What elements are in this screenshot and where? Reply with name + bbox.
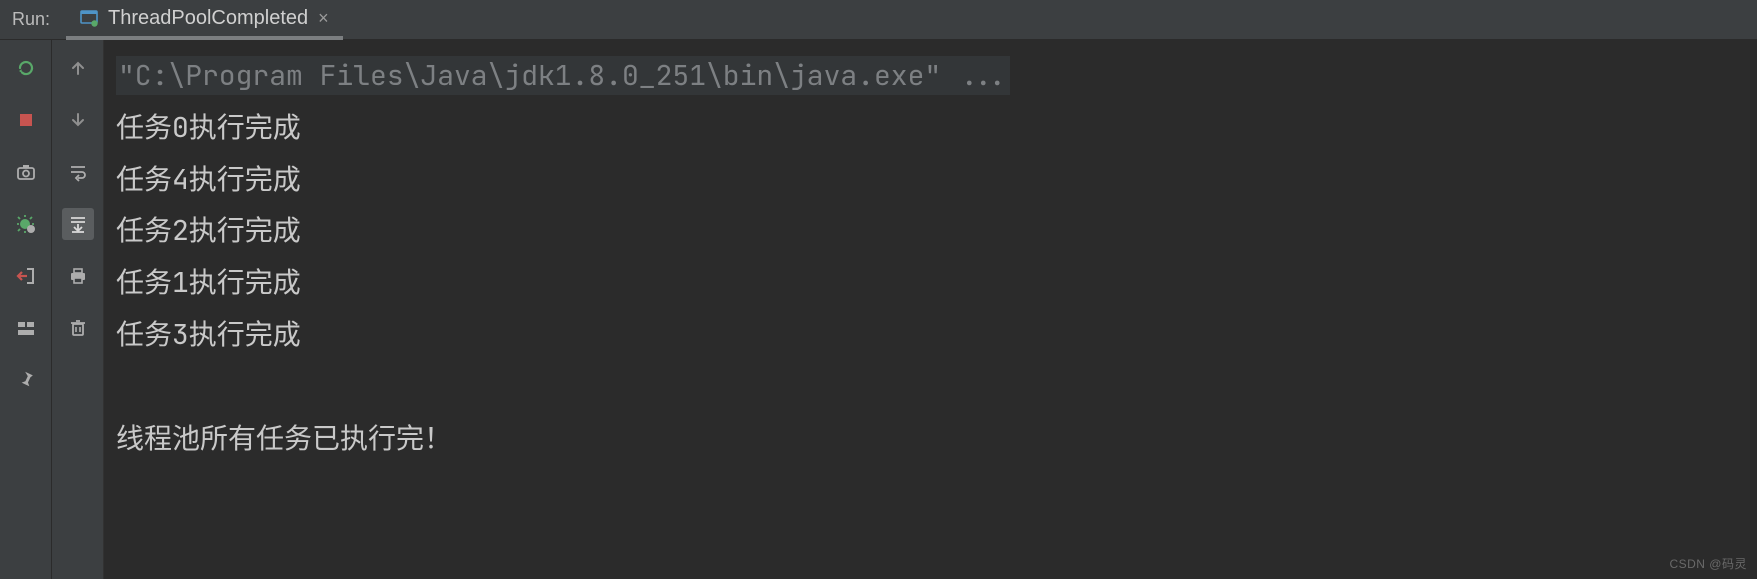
- printer-icon: [68, 266, 88, 286]
- scroll-to-end-icon: [68, 214, 88, 234]
- stop-button[interactable]: [10, 104, 42, 136]
- primary-toolbar: [0, 40, 52, 579]
- tab-title: ThreadPoolCompleted: [108, 7, 308, 30]
- console-line[interactable]: 线程池所有任务已执行完！: [116, 413, 1745, 465]
- trash-icon: [68, 318, 88, 338]
- arrow-down-icon: [68, 110, 88, 130]
- scroll-up-button[interactable]: [62, 52, 94, 84]
- run-label: Run:: [0, 9, 66, 30]
- run-config-tab[interactable]: ThreadPoolCompleted ×: [66, 1, 343, 40]
- console-line[interactable]: 任务2执行完成: [116, 205, 1745, 257]
- exit-button[interactable]: [10, 260, 42, 292]
- pin-icon: [16, 370, 36, 390]
- layout-icon: [16, 318, 36, 338]
- watermark: CSDN @码灵: [1669, 553, 1747, 575]
- rerun-button[interactable]: [10, 52, 42, 84]
- console-line[interactable]: 任务1执行完成: [116, 257, 1745, 309]
- scroll-down-button[interactable]: [62, 104, 94, 136]
- application-icon: [80, 9, 98, 27]
- exit-icon: [16, 266, 36, 286]
- soft-wrap-icon: [68, 162, 88, 182]
- profile-button[interactable]: [10, 208, 42, 240]
- console-line[interactable]: 任务0执行完成: [116, 102, 1745, 154]
- arrow-up-icon: [68, 58, 88, 78]
- stop-icon: [16, 110, 36, 130]
- run-panel-body: "C:\Program Files\Java\jdk1.8.0_251\bin\…: [0, 40, 1757, 579]
- rerun-icon: [16, 58, 36, 78]
- dump-threads-button[interactable]: [10, 156, 42, 188]
- close-tab-icon[interactable]: ×: [318, 8, 329, 29]
- pin-button[interactable]: [10, 364, 42, 396]
- soft-wrap-button[interactable]: [62, 156, 94, 188]
- print-button[interactable]: [62, 260, 94, 292]
- command-line[interactable]: "C:\Program Files\Java\jdk1.8.0_251\bin\…: [116, 50, 1745, 102]
- console-line[interactable]: 任务4执行完成: [116, 154, 1745, 206]
- layout-button[interactable]: [10, 312, 42, 344]
- console-output[interactable]: "C:\Program Files\Java\jdk1.8.0_251\bin\…: [104, 40, 1757, 579]
- clear-all-button[interactable]: [62, 312, 94, 344]
- run-tab-header: Run: ThreadPoolCompleted ×: [0, 0, 1757, 40]
- secondary-toolbar: [52, 40, 104, 579]
- scroll-to-end-button[interactable]: [62, 208, 94, 240]
- camera-icon: [16, 162, 36, 182]
- bug-gear-icon: [16, 214, 36, 234]
- console-line[interactable]: 任务3执行完成: [116, 309, 1745, 361]
